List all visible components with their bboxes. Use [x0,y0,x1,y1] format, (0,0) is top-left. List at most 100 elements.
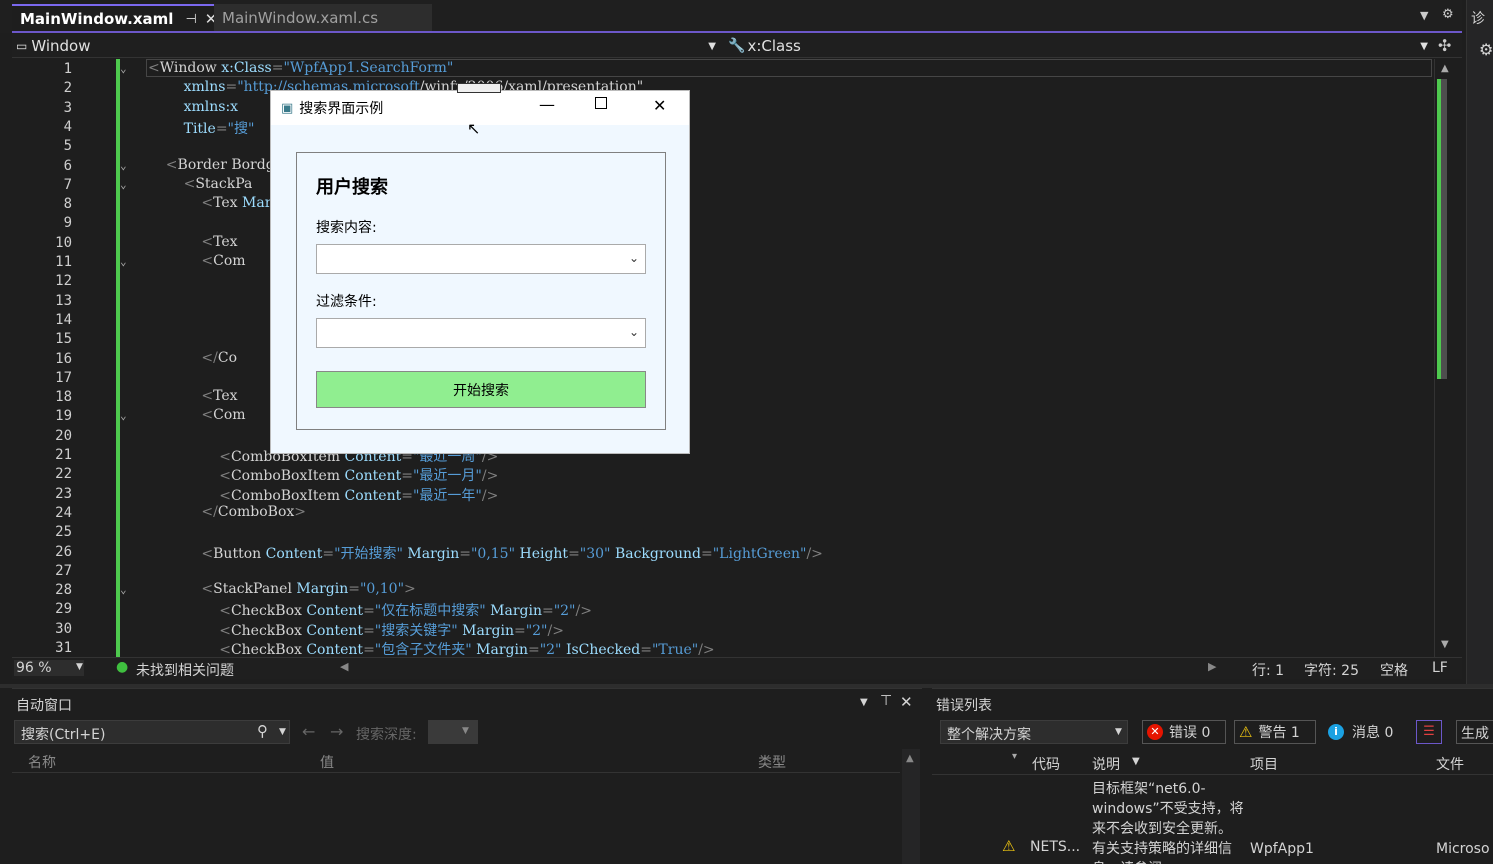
back-arrow-icon[interactable]: ← [302,722,315,741]
code-line[interactable]: xmlns:x [148,99,238,115]
messages-filter[interactable]: i 消息 0 [1328,720,1402,744]
code-line[interactable]: <CheckBox Content="仅在标题中搜索" Margin="2"/> [148,600,592,620]
chevron-down-icon: ▼ [76,662,83,672]
line-indicator[interactable]: 行: 1 [1252,660,1284,680]
tab-mainwindow-xaml[interactable]: MainWindow.xaml ⊣ ✕ [12,4,217,32]
minimize-icon[interactable]: — [539,95,555,114]
split-icon[interactable]: ✣ [1438,36,1451,55]
error-project: WpfApp1 [1250,841,1314,857]
error-row[interactable]: ⚠ NETS... 目标框架“net6.0-windows”不受支持，将来不会收… [932,777,1493,864]
fold-chevron-icon[interactable]: ⌄ [120,62,127,75]
code-line[interactable]: </Co [148,350,237,366]
code-editor[interactable]: 1 2 3 4 5 6 7 8 9 10 11 12 13 14 15 16 17 18 19 20 21 22 23 24 2… [12,59,1434,657]
code-token: "搜索关键字" [374,622,458,639]
line-number: 11 [55,254,72,270]
code-token: = [225,79,238,96]
chevron-down-icon[interactable]: ▼ [279,727,286,737]
code-line[interactable]: <Tex [148,234,237,250]
member-selector[interactable]: 🔧 x:Class ▼ [728,36,1432,56]
fold-chevron-icon[interactable]: ⌄ [120,178,127,191]
tab-label: MainWindow.xaml [20,10,174,28]
column-value[interactable]: 值 [320,752,334,772]
errors-filter[interactable]: ✕ 错误 0 [1142,720,1226,744]
search-input[interactable]: 搜索(Ctrl+E) ⚲ ▼ [14,720,290,744]
code-token: Margin [457,622,514,639]
pin-icon[interactable]: ⊣ [185,12,196,27]
char-indicator[interactable]: 字符: 25 [1304,660,1359,680]
chevron-down-icon: ▼ [708,40,716,52]
column-code[interactable]: 代码 [1032,754,1060,774]
tab-dropdown-icon[interactable]: ▼ [1420,9,1428,22]
code-token: Com [213,407,246,424]
code-line[interactable]: <StackPa [148,176,253,192]
scroll-right-icon[interactable]: ▶ [1208,660,1216,673]
column-type[interactable]: 类型 [758,752,786,772]
start-search-button[interactable]: 开始搜索 [316,371,646,408]
code-line[interactable]: <ComboBoxItem Content="最近一年"/> [148,485,498,505]
autos-scrollbar[interactable]: ▲ [902,749,920,864]
tab-underline [12,31,1462,33]
line-number: 17 [55,369,72,386]
fold-chevron-icon[interactable]: ⌄ [120,583,127,596]
close-icon[interactable]: ✕ [653,96,666,115]
error-icon: ✕ [1147,724,1163,740]
search-form-window[interactable]: ▣ 搜索界面示例 — ✕ ↖ 用户搜索 搜索内容: ⌄ 过滤条件: ⌄ 开始搜索 [270,83,690,454]
warnings-count: 警告 1 [1258,725,1300,741]
build-filter[interactable]: 生成 [1456,720,1493,744]
code-token: = [363,642,375,657]
change-marker [1437,79,1441,379]
pin-icon[interactable]: ⊤ [880,693,892,709]
forward-arrow-icon[interactable]: → [330,722,343,741]
code-line[interactable]: Title="搜" [148,118,255,138]
scroll-up-icon[interactable]: ▲ [906,753,914,764]
scroll-up-icon[interactable]: ▲ [1441,63,1449,74]
search-icon[interactable]: ⚲ [257,722,268,740]
code-line[interactable]: <Tex [148,388,237,404]
search-content-combobox[interactable]: ⌄ [316,244,646,274]
code-token: = [701,545,713,562]
vertical-scrollbar[interactable]: ▲ ▼ [1434,59,1458,657]
issues-status[interactable]: 未找到相关问题 [136,660,234,680]
search-border: 用户搜索 搜索内容: ⌄ 过滤条件: ⌄ 开始搜索 [296,152,666,430]
tab-mainwindow-xaml-cs[interactable]: MainWindow.xaml.cs [214,4,432,32]
code-line[interactable]: </ComboBox> [148,504,306,520]
panel-splitter[interactable] [0,684,1493,688]
code-token: "2" [525,622,548,639]
code-line[interactable]: <CheckBox Content="搜索关键字" Margin="2"/> [148,620,564,640]
code-line[interactable]: <CheckBox Content="包含子文件夹" Margin="2" Is… [148,639,714,657]
element-selector[interactable]: ▭ Window ▼ [16,36,720,56]
scroll-down-icon[interactable]: ▼ [1441,639,1449,650]
scroll-left-icon[interactable]: ◀ [340,660,348,673]
fold-chevron-icon[interactable]: ⌄ [120,409,127,422]
code-token: > [404,581,416,598]
code-line[interactable]: <Com [148,407,246,424]
filter-icon[interactable]: ☰ [1416,720,1442,744]
chevron-down-icon: ▼ [1132,756,1140,767]
zoom-level[interactable]: 96 % [14,660,84,676]
warnings-filter[interactable]: ⚠ 警告 1 [1234,720,1316,744]
code-line[interactable]: <ComboBoxItem Content="最近一月"/> [148,465,498,485]
column-description[interactable]: 说明 [1092,754,1120,774]
error-file: Microso [1436,841,1490,857]
gear-icon[interactable]: ⚙ [1479,40,1493,59]
whitespace-indicator[interactable]: 空格 [1380,660,1408,680]
column-file[interactable]: 文件 [1436,754,1464,774]
close-icon[interactable]: ✕ [900,693,913,711]
column-project[interactable]: 项目 [1250,754,1278,774]
scope-select[interactable]: 整个解决方案 ▼ [940,720,1128,744]
code-line[interactable]: <Button Content="开始搜索" Margin="0,15" Hei… [148,543,823,563]
code-line[interactable]: <Com [148,253,245,269]
code-line[interactable]: <StackPanel Margin="0,10"> [148,581,416,598]
mouse-cursor-icon: ↖ [467,119,481,138]
fold-chevron-icon[interactable]: ⌄ [120,159,127,172]
maximize-icon[interactable] [595,97,607,109]
chevron-down-icon[interactable]: ▼ [860,697,868,708]
depth-select[interactable]: ▼ [428,720,478,744]
debug-toolbar-handle[interactable] [457,83,501,93]
eol-indicator[interactable]: LF [1432,660,1448,676]
column-name[interactable]: 名称 [28,752,56,772]
code-token: < [148,156,178,173]
fold-chevron-icon[interactable]: ⌄ [120,255,127,268]
filter-combobox[interactable]: ⌄ [316,318,646,348]
gear-icon[interactable]: ⚙ [1442,7,1454,22]
